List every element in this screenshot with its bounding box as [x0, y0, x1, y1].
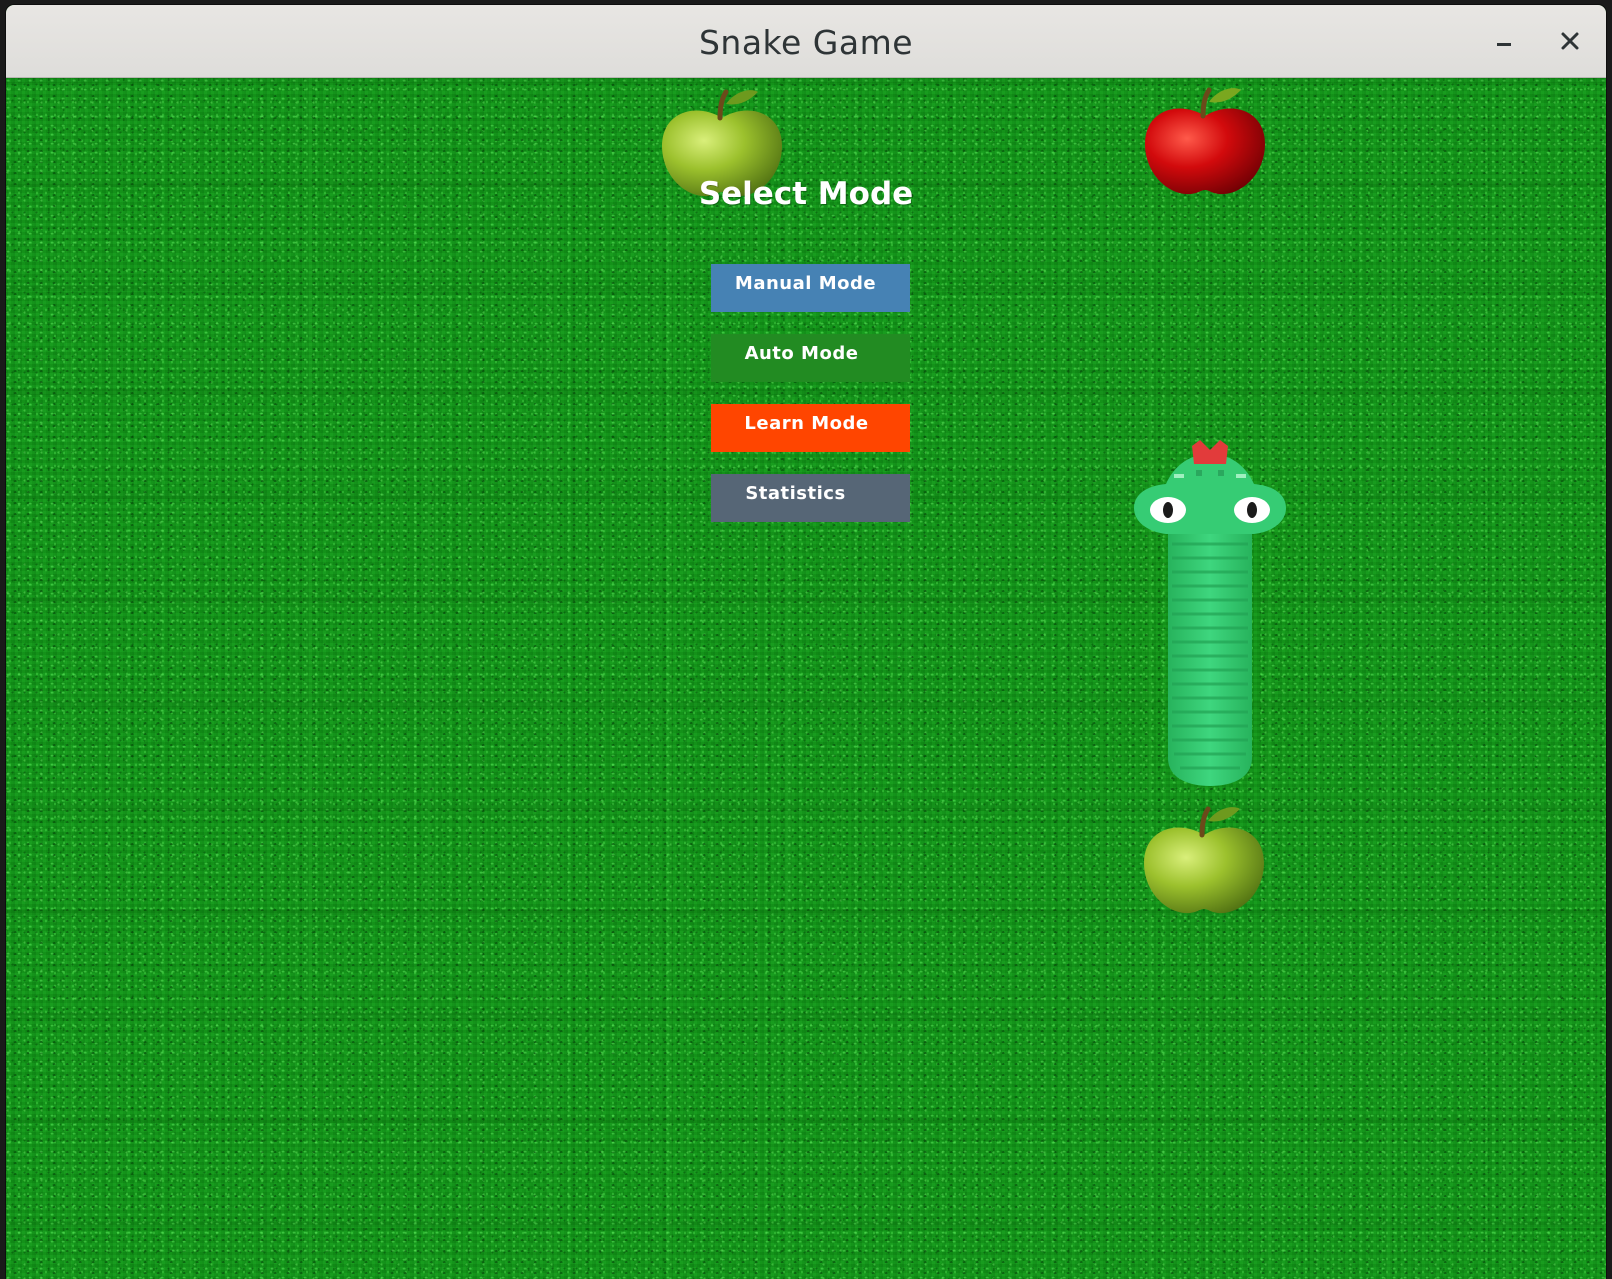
menu-title: Select Mode: [698, 176, 914, 212]
title-bar[interactable]: Snake Game: [6, 5, 1606, 78]
minimize-icon: [1497, 43, 1511, 46]
close-button[interactable]: [1550, 21, 1590, 61]
manual-mode-button[interactable]: Manual Mode: [711, 264, 910, 312]
game-board[interactable]: Select Mode Manual Mode Auto Mode Learn …: [6, 78, 1606, 1279]
window-title: Snake Game: [698, 23, 914, 62]
game-window: Snake Game Select Mode Manual Mode Auto …: [6, 5, 1606, 1279]
minimize-button[interactable]: [1484, 21, 1524, 61]
statistics-button[interactable]: Statistics: [711, 474, 910, 522]
snake-sprite: [1134, 440, 1286, 786]
green-apple-icon: [1144, 806, 1264, 914]
auto-mode-button[interactable]: Auto Mode: [711, 334, 910, 382]
close-icon: [1561, 32, 1579, 50]
learn-mode-button[interactable]: Learn Mode: [711, 404, 910, 452]
